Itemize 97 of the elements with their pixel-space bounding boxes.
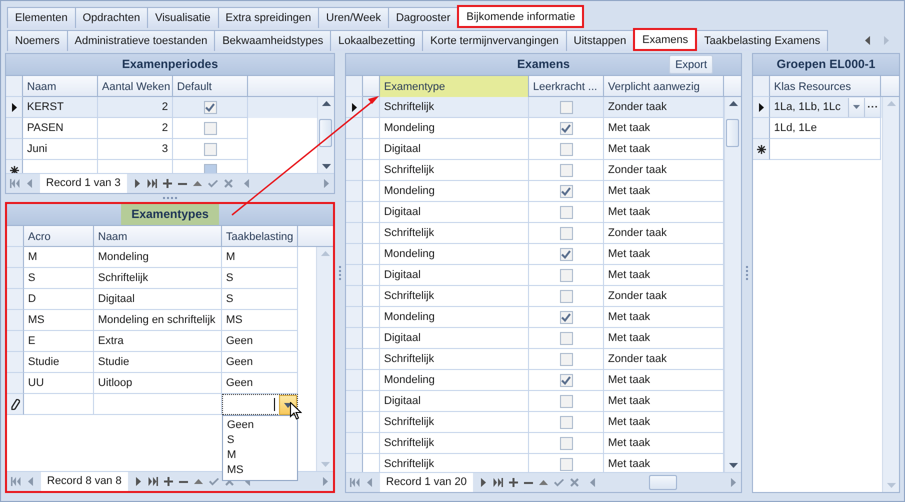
checkbox[interactable] [560,352,572,366]
scroll-down-icon[interactable] [322,164,330,169]
asterisk-icon [756,144,766,154]
panel-title: Examenperiodes [120,56,220,73]
first-record-icon[interactable] [10,179,20,188]
tab[interactable]: Elementen [7,7,76,28]
dropdown-field[interactable] [222,394,298,415]
panel-title: Examens [516,56,571,73]
dropdown-option[interactable]: S [223,433,297,448]
scroll-right-icon[interactable] [882,36,890,45]
cell-text: 1La, 1Lb, 1Lc [774,101,842,113]
plus-icon[interactable] [162,179,172,188]
checkbox[interactable] [560,436,572,450]
dropdown-option[interactable]: MS [223,463,297,478]
first-record-icon[interactable] [11,477,21,486]
checkbox[interactable] [560,184,572,198]
next-record-icon[interactable] [132,179,141,188]
panel-title: Groepen EL000-1 [776,56,876,73]
up-icon[interactable] [538,480,548,485]
row-pointer-icon [352,102,356,112]
vertical-scrollbar[interactable] [317,97,334,173]
scroll-right-icon[interactable] [322,179,330,188]
scroll-down-icon[interactable] [728,463,738,468]
table-cell [24,394,94,415]
checkbox[interactable] [560,142,572,156]
row-header[interactable] [346,97,363,118]
row-pointer-icon [12,102,16,112]
row-header[interactable] [753,139,770,160]
vertical-scrollbar[interactable] [724,97,741,472]
checkbox[interactable] [204,122,216,134]
previous-record-icon[interactable] [27,477,35,486]
dropdown-option[interactable]: M [223,448,297,463]
checkbox[interactable] [560,374,572,386]
first-record-icon[interactable] [350,478,360,487]
last-record-icon[interactable] [148,477,158,486]
next-record-icon[interactable] [134,477,142,486]
minus-icon[interactable] [178,480,188,482]
last-record-icon[interactable] [492,478,503,487]
scrollbar-thumb[interactable] [319,119,332,147]
checkbox[interactable] [560,268,572,282]
plus-icon[interactable] [508,478,518,487]
column-header[interactable]: Examentype [380,76,529,97]
checkbox[interactable] [560,206,572,218]
checkbox[interactable] [560,394,572,408]
scroll-right-icon[interactable] [729,478,737,487]
previous-record-icon[interactable] [26,179,34,188]
checkbox[interactable] [560,122,572,134]
scroll-up-icon[interactable] [728,101,738,106]
checkbox[interactable] [204,164,216,173]
up-icon[interactable] [192,181,202,186]
minus-icon[interactable] [524,482,533,484]
scrollbar-thumb[interactable] [648,475,677,490]
checkbox[interactable] [560,416,572,428]
checkbox[interactable] [204,100,216,114]
checkbox[interactable] [560,164,572,176]
previous-record-icon[interactable] [366,478,374,487]
asterisk-icon [10,166,18,173]
last-record-icon[interactable] [146,179,157,188]
row-header[interactable] [6,97,23,118]
checkbox[interactable] [560,248,572,260]
dropdown-option[interactable]: Geen [223,418,297,433]
checkbox[interactable] [560,332,572,344]
scroll-up-icon[interactable] [322,101,330,106]
export-button[interactable]: Export [669,55,713,74]
checkbox[interactable] [560,226,572,240]
panel-title: Examentypes [121,204,219,225]
record-counter: Record 1 van 20 [380,473,473,492]
checkbox[interactable] [560,290,572,302]
check-icon[interactable] [208,180,218,188]
next-record-icon[interactable] [478,478,487,487]
check-icon[interactable] [208,478,219,486]
text-cursor-icon [274,398,275,411]
tab[interactable]: Taakbelasting Examens [696,30,828,51]
row-pointer-icon [758,102,764,112]
cancel-icon[interactable] [570,478,579,487]
checkbox[interactable] [204,142,216,156]
pencil-icon [10,398,20,410]
plus-icon[interactable] [164,477,173,486]
checkbox[interactable] [560,458,572,470]
tab[interactable]: Noemers [7,30,68,51]
row-header[interactable] [7,394,24,415]
caret-icon [853,105,860,109]
scroll-left-icon[interactable] [864,36,872,45]
cancel-icon[interactable] [224,179,233,188]
up-icon[interactable] [194,479,203,484]
tab[interactable]: Bijkomende informatie [457,5,584,28]
checkbox[interactable] [560,310,572,324]
record-counter: Record 1 van 3 [40,174,127,193]
minus-icon[interactable] [178,182,187,184]
check-icon[interactable] [554,478,564,486]
row-header[interactable] [753,97,770,118]
tab[interactable]: Examens [633,28,698,51]
checkbox[interactable] [560,100,572,114]
scroll-right-icon[interactable] [321,477,329,486]
record-counter: Record 8 van 8 [41,472,128,491]
scrollbar-thumb[interactable] [726,119,739,147]
more-button[interactable] [864,98,880,116]
